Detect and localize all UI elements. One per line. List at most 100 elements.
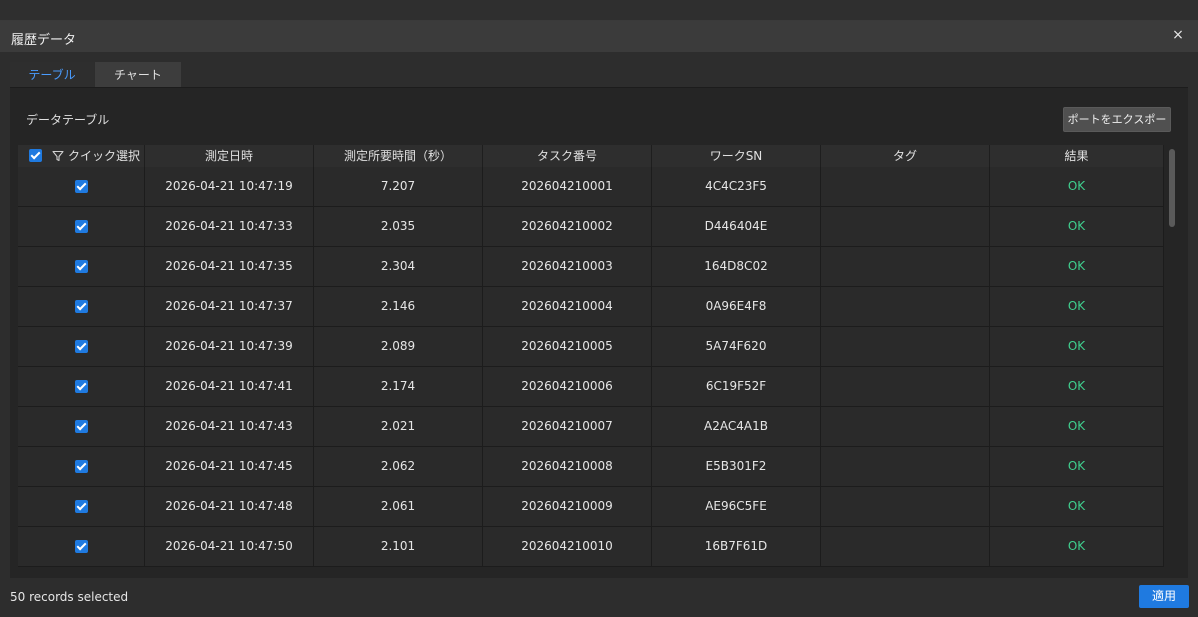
cell-sn: 0A96E4F8 — [652, 287, 821, 326]
cell-datetime: 2026-04-21 10:47:41 — [145, 367, 314, 406]
col-duration[interactable]: 測定所要時間（秒） — [314, 145, 483, 167]
window-title: 履歴データ — [11, 33, 77, 48]
cell-duration: 2.035 — [314, 207, 483, 246]
apply-button[interactable]: 適用 — [1139, 585, 1189, 608]
cell-result: OK — [990, 247, 1164, 286]
cell-task: 202604210004 — [483, 287, 652, 326]
cell-tag — [821, 247, 990, 286]
cell-datetime: 2026-04-21 10:47:45 — [145, 447, 314, 486]
cell-duration: 2.089 — [314, 327, 483, 366]
row-checkbox[interactable] — [74, 460, 88, 473]
row-checkbox[interactable] — [74, 300, 88, 313]
cell-tag — [821, 167, 990, 206]
cell-result: OK — [990, 287, 1164, 326]
cell-select — [18, 407, 145, 446]
cell-task: 202604210002 — [483, 207, 652, 246]
tab-chart[interactable]: チャート — [95, 62, 181, 88]
cell-task: 202604210005 — [483, 327, 652, 366]
cell-result: OK — [990, 167, 1164, 206]
col-task-number[interactable]: タスク番号 — [483, 145, 652, 167]
close-icon[interactable]: × — [1170, 27, 1186, 43]
col-work-sn[interactable]: ワークSN — [652, 145, 821, 167]
table-row[interactable]: 2026-04-21 10:47:37 2.146 202604210004 0A96… — [18, 287, 1164, 327]
row-checkbox[interactable] — [74, 180, 88, 193]
cell-tag — [821, 447, 990, 486]
row-checkbox[interactable] — [74, 380, 88, 393]
select-all-checkbox[interactable] — [29, 149, 42, 162]
table-row[interactable]: 2026-04-21 10:47:33 2.035 202604210002 D446… — [18, 207, 1164, 247]
row-checkbox[interactable] — [74, 340, 88, 353]
cell-sn: 16B7F61D — [652, 527, 821, 566]
cell-tag — [821, 527, 990, 566]
cell-tag — [821, 407, 990, 446]
col-datetime[interactable]: 測定日時 — [145, 145, 314, 167]
row-checkbox[interactable] — [74, 540, 88, 553]
cell-result: OK — [990, 527, 1164, 566]
cell-result: OK — [990, 327, 1164, 366]
cell-sn: A2AC4A1B — [652, 407, 821, 446]
cell-select — [18, 527, 145, 566]
cell-sn: D446404E — [652, 207, 821, 246]
cell-select — [18, 167, 145, 206]
col-tag[interactable]: タグ — [821, 145, 990, 167]
cell-task: 202604210007 — [483, 407, 652, 446]
row-checkbox[interactable] — [74, 260, 88, 273]
cell-select — [18, 327, 145, 366]
cell-duration: 2.174 — [314, 367, 483, 406]
row-checkbox[interactable] — [74, 420, 88, 433]
cell-select — [18, 447, 145, 486]
cell-select — [18, 247, 145, 286]
cell-datetime: 2026-04-21 10:47:37 — [145, 287, 314, 326]
table-row[interactable]: 2026-04-21 10:47:39 2.089 202604210005 5A74… — [18, 327, 1164, 367]
tab-table[interactable]: テーブル — [10, 62, 94, 89]
table-row[interactable]: 2026-04-21 10:47:50 2.101 202604210010 16B7… — [18, 527, 1164, 567]
table-row[interactable]: 2026-04-21 10:47:41 2.174 202604210006 6C19… — [18, 367, 1164, 407]
cell-tag — [821, 287, 990, 326]
cell-duration: 2.021 — [314, 407, 483, 446]
selection-status: 50 records selected — [10, 590, 129, 604]
cell-sn: E5B301F2 — [652, 447, 821, 486]
cell-datetime: 2026-04-21 10:47:39 — [145, 327, 314, 366]
cell-task: 202604210009 — [483, 487, 652, 526]
cell-duration: 7.207 — [314, 167, 483, 206]
table-row[interactable]: 2026-04-21 10:47:43 2.021 202604210007 A2AC… — [18, 407, 1164, 447]
cell-datetime: 2026-04-21 10:47:43 — [145, 407, 314, 446]
cell-sn: 164D8C02 — [652, 247, 821, 286]
cell-datetime: 2026-04-21 10:47:50 — [145, 527, 314, 566]
vertical-scrollbar[interactable] — [1166, 145, 1178, 570]
row-checkbox[interactable] — [74, 220, 88, 233]
table-row[interactable]: 2026-04-21 10:47:19 7.207 202604210001 4C4C… — [18, 167, 1164, 207]
cell-datetime: 2026-04-21 10:47:48 — [145, 487, 314, 526]
row-checkbox[interactable] — [74, 500, 88, 513]
top-strip — [0, 0, 1198, 21]
cell-tag — [821, 207, 990, 246]
cell-sn: 4C4C23F5 — [652, 167, 821, 206]
cell-task: 202604210001 — [483, 167, 652, 206]
table-row[interactable]: 2026-04-21 10:47:35 2.304 202604210003 164D… — [18, 247, 1164, 287]
cell-task: 202604210008 — [483, 447, 652, 486]
cell-task: 202604210010 — [483, 527, 652, 566]
cell-task: 202604210003 — [483, 247, 652, 286]
section-title: データテーブル — [26, 113, 110, 127]
table-row[interactable]: 2026-04-21 10:47:48 2.061 202604210009 AE96… — [18, 487, 1164, 527]
col-quick-select: クイック選択 — [18, 145, 145, 167]
header-label-quick-select: クイック選択 — [68, 149, 141, 163]
cell-result: OK — [990, 367, 1164, 406]
table-panel: データテーブル ポートをエクスポー クイック選択 測定日時 測定所要時間（秒） … — [10, 87, 1188, 578]
cell-select — [18, 207, 145, 246]
table-row[interactable]: 2026-04-21 10:47:45 2.062 202604210008 E5B3… — [18, 447, 1164, 487]
cell-task: 202604210006 — [483, 367, 652, 406]
col-result[interactable]: 結果 — [990, 145, 1164, 167]
cell-result: OK — [990, 207, 1164, 246]
cell-datetime: 2026-04-21 10:47:19 — [145, 167, 314, 206]
export-button[interactable]: ポートをエクスポー — [1063, 107, 1171, 132]
cell-duration: 2.146 — [314, 287, 483, 326]
filter-icon[interactable] — [52, 150, 64, 162]
cell-sn: AE96C5FE — [652, 487, 821, 526]
cell-tag — [821, 327, 990, 366]
cell-datetime: 2026-04-21 10:47:33 — [145, 207, 314, 246]
data-table: クイック選択 測定日時 測定所要時間（秒） タスク番号 ワークSN タグ 結果 … — [18, 145, 1164, 570]
cell-sn: 5A74F620 — [652, 327, 821, 366]
scrollbar-thumb[interactable] — [1169, 149, 1175, 227]
cell-select — [18, 487, 145, 526]
